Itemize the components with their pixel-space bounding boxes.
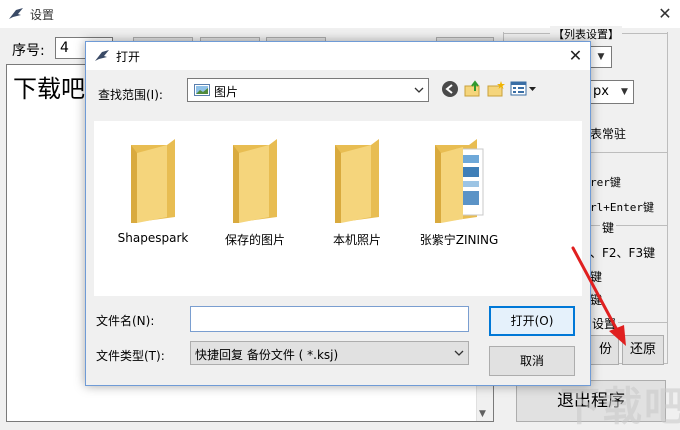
chevron-down-icon: ▼: [621, 87, 628, 97]
cancel-button[interactable]: 取消: [489, 346, 575, 376]
dialog-title: 打开: [116, 50, 141, 64]
file-name: Shapespark: [117, 231, 189, 245]
file-name-label: 文件名(N):: [96, 314, 155, 328]
folder-icon: [335, 139, 379, 223]
enter-key-text: rer键: [590, 176, 621, 189]
hotkey-text-3: 键: [590, 293, 603, 307]
dialog-titlebar: 打开 ✕: [86, 42, 590, 70]
always-on-text: 表常驻: [590, 127, 627, 141]
look-in-value: 图片: [214, 85, 239, 99]
px-value: px: [593, 84, 609, 99]
settings-title: 设置: [30, 8, 55, 22]
restore-button[interactable]: 还原: [622, 335, 664, 365]
list-select[interactable]: ▼: [590, 46, 612, 68]
file-name: 张紫宁ZINING: [419, 233, 499, 247]
folder-icon: [131, 139, 175, 223]
file-type-select[interactable]: 快捷回复 备份文件 ( *.ksj): [190, 341, 469, 365]
file-name-input[interactable]: [190, 306, 469, 332]
view-menu-icon[interactable]: [510, 80, 538, 98]
scroll-down-icon[interactable]: ▼: [479, 409, 486, 419]
dialog-close-button[interactable]: ✕: [561, 42, 590, 70]
file-type-label: 文件类型(T):: [96, 349, 165, 363]
settings-titlebar: 设置 ✕: [0, 0, 680, 28]
new-folder-icon[interactable]: [487, 80, 505, 98]
file-item[interactable]: Shapespark: [98, 139, 208, 259]
file-type-value: 快捷回复 备份文件 ( *.ksj): [195, 348, 339, 362]
backup-group-title: 设置: [590, 315, 619, 332]
file-item[interactable]: 本机照片: [302, 139, 412, 259]
file-name: 本机照片: [332, 233, 381, 247]
look-in-select[interactable]: 图片: [187, 78, 429, 102]
back-icon[interactable]: [441, 80, 459, 98]
folder-with-files-icon: [435, 139, 484, 223]
list-settings-title: 【列表设置】: [550, 26, 622, 42]
chevron-down-icon: [414, 87, 424, 93]
settings-close-button[interactable]: ✕: [650, 0, 680, 28]
ctrl-enter-key-text: rl+Enter键: [590, 201, 654, 214]
file-name: 保存的图片: [224, 233, 285, 247]
open-button[interactable]: 打开(O): [489, 306, 575, 336]
app-icon: [9, 8, 23, 19]
file-item[interactable]: 保存的图片: [200, 139, 310, 259]
folder-icon: [233, 139, 277, 223]
content-text: 下载吧: [13, 75, 85, 103]
hotkey-text-2: 键: [590, 270, 603, 284]
file-list[interactable]: Shapespark 保存的图片 本机照片 张紫宁ZINING: [94, 121, 582, 296]
file-item[interactable]: 张紫宁ZINING: [404, 139, 514, 259]
chevron-down-icon: ▼: [597, 52, 605, 62]
seq-label: 序号:: [12, 43, 45, 59]
app-icon: [95, 50, 109, 61]
px-select[interactable]: px ▼: [590, 80, 634, 104]
open-file-dialog: 打开 ✕ 查找范围(I): 图片 Shapespark 保存的图片 本机照片 张…: [85, 41, 591, 386]
chevron-down-icon: [454, 350, 464, 356]
hotkey-group-title: 键: [600, 219, 617, 236]
up-folder-icon[interactable]: [464, 80, 482, 98]
look-in-label: 查找范围(I):: [98, 88, 163, 102]
pictures-folder-icon: [194, 84, 210, 96]
fkeys-text: 、F2、F3键: [590, 246, 656, 260]
